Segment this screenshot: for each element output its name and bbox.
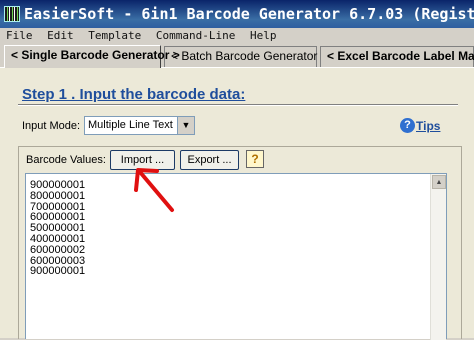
tab-single-barcode-generator[interactable]: < Single Barcode Generator > (4, 45, 180, 68)
